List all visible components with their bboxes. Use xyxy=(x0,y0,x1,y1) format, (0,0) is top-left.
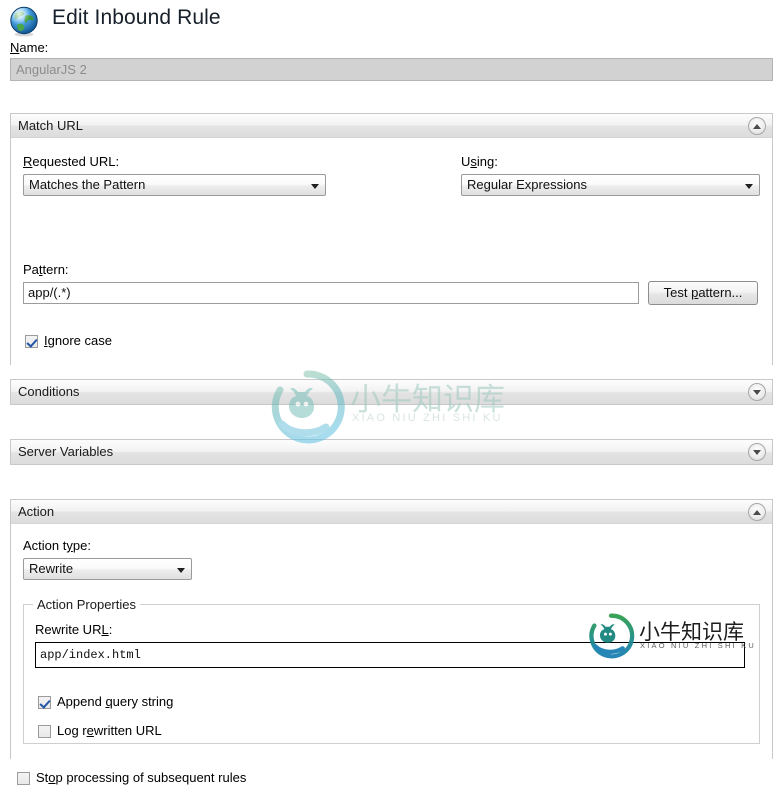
requested-url-label: Requested URL: xyxy=(23,154,120,169)
action-type-select[interactable]: Rewrite xyxy=(23,558,192,580)
dialog-header: Edit Inbound Rule xyxy=(0,0,783,42)
edit-inbound-rule-dialog: Edit Inbound Rule Name: AngularJS 2 Matc… xyxy=(0,0,783,807)
section-conditions[interactable]: Conditions xyxy=(10,379,773,405)
append-query-string-label: Append query string xyxy=(57,694,174,709)
chevron-down-icon xyxy=(745,184,753,189)
section-server-variables-title: Server Variables xyxy=(18,444,114,459)
action-properties-groupbox: Action Properties Rewrite URL: app/index… xyxy=(23,597,760,744)
checkbox-box xyxy=(17,772,30,785)
section-action-body: Action type: Rewrite Action Properties R… xyxy=(11,524,772,759)
globe-icon xyxy=(10,6,38,37)
section-conditions-header[interactable]: Conditions xyxy=(11,380,772,404)
pattern-input[interactable]: app/(.*) xyxy=(23,282,639,304)
section-action-title: Action xyxy=(18,504,55,519)
stop-processing-label: Stop processing of subsequent rules xyxy=(36,770,247,785)
requested-url-value: Matches the Pattern xyxy=(29,177,146,192)
page-title: Edit Inbound Rule xyxy=(52,6,221,29)
section-match-url-body: Requested URL: Matches the Pattern Using… xyxy=(11,138,772,365)
log-rewritten-url-label: Log rewritten URL xyxy=(57,723,162,738)
chevron-up-icon[interactable] xyxy=(748,117,766,135)
section-server-variables[interactable]: Server Variables xyxy=(10,439,773,465)
section-match-url: Match URL Requested URL: Matches the Pat… xyxy=(10,113,773,365)
checkbox-box xyxy=(38,696,51,709)
section-server-variables-header[interactable]: Server Variables xyxy=(11,440,772,464)
name-label: Name: xyxy=(10,40,49,55)
section-match-url-header[interactable]: Match URL xyxy=(11,114,772,138)
requested-url-select[interactable]: Matches the Pattern xyxy=(23,174,326,196)
chevron-down-icon xyxy=(177,568,185,573)
using-label: Using: xyxy=(461,154,498,169)
test-pattern-button[interactable]: Test pattern... xyxy=(648,281,758,305)
watermark-en-text: XIAO NIU ZHI SHI KU xyxy=(352,412,503,424)
chevron-up-icon[interactable] xyxy=(748,503,766,521)
section-match-url-title: Match URL xyxy=(18,118,84,133)
action-properties-title: Action Properties xyxy=(33,597,140,612)
chevron-down-icon[interactable] xyxy=(748,443,766,461)
chevron-down-icon xyxy=(311,184,319,189)
checkbox-box xyxy=(38,725,51,738)
rewrite-url-input[interactable]: app/index.html xyxy=(35,642,745,668)
using-value: Regular Expressions xyxy=(467,177,587,192)
section-conditions-title: Conditions xyxy=(18,384,80,399)
using-select[interactable]: Regular Expressions xyxy=(461,174,760,196)
checkbox-box xyxy=(25,335,38,348)
ignore-case-label: Ignore case xyxy=(44,333,112,348)
pattern-label: Pattern: xyxy=(23,262,69,277)
action-type-label: Action type: xyxy=(23,538,91,553)
rewrite-url-label: Rewrite URL: xyxy=(35,622,113,637)
section-action-header[interactable]: Action xyxy=(11,500,772,524)
section-action: Action Action type: Rewrite Action Prope… xyxy=(10,499,773,759)
chevron-down-icon[interactable] xyxy=(748,383,766,401)
action-type-value: Rewrite xyxy=(29,561,74,576)
name-input[interactable]: AngularJS 2 xyxy=(10,58,773,81)
